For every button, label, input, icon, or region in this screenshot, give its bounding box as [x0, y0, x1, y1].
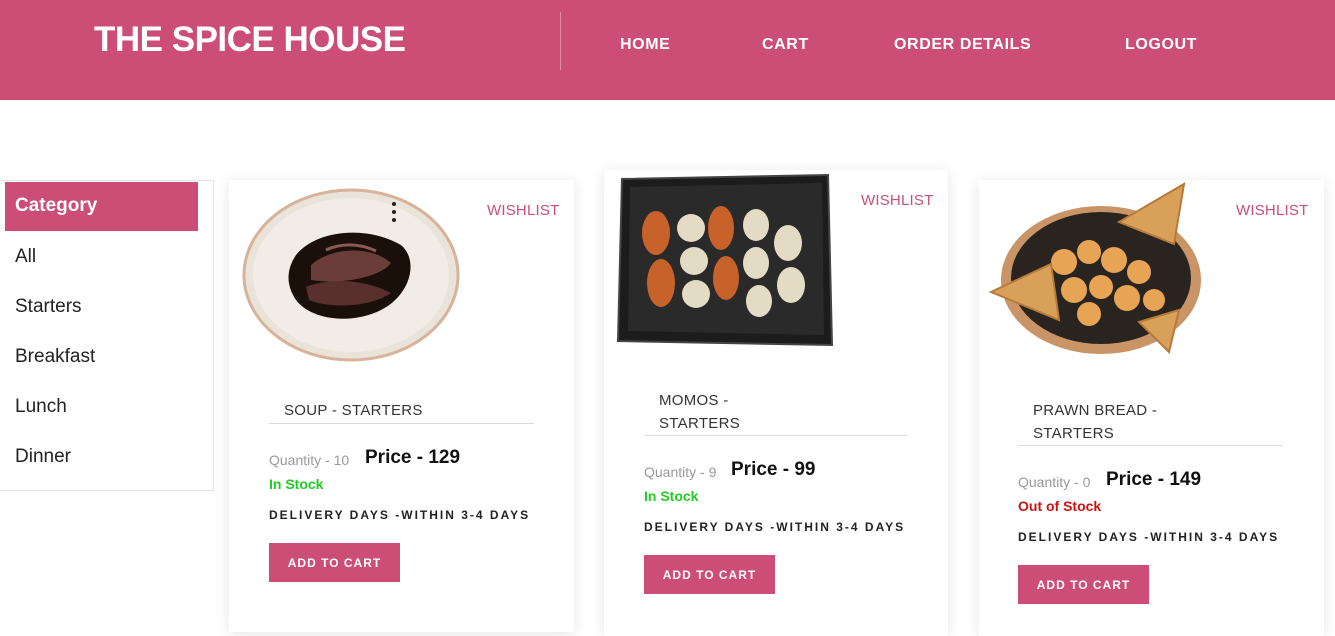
- delivery-info: DELIVERY DAYS -WITHIN 3-4 DAYS: [644, 520, 906, 534]
- nav-home[interactable]: HOME: [620, 36, 670, 54]
- name-divider: [1018, 445, 1283, 446]
- product-name-line1: MOMOS -: [659, 392, 729, 409]
- add-to-cart-button[interactable]: ADD TO CART: [1018, 565, 1149, 604]
- stock-status: In Stock: [269, 476, 324, 492]
- stock-status: Out of Stock: [1018, 498, 1102, 514]
- nav-cart[interactable]: CART: [762, 36, 809, 54]
- product-name-line1: PRAWN BREAD -: [1033, 402, 1158, 419]
- soup-image: [241, 185, 461, 368]
- header-divider: [560, 12, 561, 70]
- product-card-momos: WISHLIST MOMOS - STARTERS Quantity - 9 P…: [604, 170, 948, 636]
- product-price: Price - 129: [365, 447, 461, 468]
- product-card-soup: WISHLIST SOUP - STARTERS Quantity - 10 P…: [229, 180, 574, 632]
- product-card-prawn-bread: WISHLIST PRAWN BREAD - STARTERS Quantity…: [979, 180, 1324, 636]
- category-item-all[interactable]: All: [15, 246, 36, 268]
- product-name-line2: STARTERS: [1033, 425, 1115, 442]
- category-item-dinner[interactable]: Dinner: [15, 446, 71, 468]
- product-quantity: Quantity - 10: [269, 452, 350, 468]
- nav-order-details[interactable]: ORDER DETAILS: [894, 36, 1031, 54]
- name-divider: [644, 435, 908, 436]
- category-item-lunch[interactable]: Lunch: [15, 396, 67, 418]
- name-divider: [269, 423, 534, 424]
- wishlist-link[interactable]: WISHLIST: [487, 202, 559, 219]
- category-heading: Category: [5, 182, 198, 231]
- category-item-breakfast[interactable]: Breakfast: [15, 346, 95, 368]
- add-to-cart-button[interactable]: ADD TO CART: [644, 555, 775, 594]
- momos-image: [616, 173, 836, 354]
- prawn-bread-image: [988, 182, 1211, 365]
- product-price: Price - 99: [731, 459, 816, 480]
- product-quantity: Quantity - 0: [1018, 474, 1091, 490]
- wishlist-link[interactable]: WISHLIST: [861, 192, 933, 209]
- top-nav-bar: THE SPICE HOUSE HOME CART ORDER DETAILS …: [0, 0, 1335, 100]
- product-quantity: Quantity - 9: [644, 464, 717, 480]
- nav-logout[interactable]: LOGOUT: [1125, 36, 1197, 54]
- category-item-starters[interactable]: Starters: [15, 296, 82, 318]
- delivery-info: DELIVERY DAYS -WITHIN 3-4 DAYS: [269, 508, 531, 522]
- product-price: Price - 149: [1106, 469, 1202, 490]
- wishlist-link[interactable]: WISHLIST: [1236, 202, 1308, 219]
- add-to-cart-button[interactable]: ADD TO CART: [269, 543, 400, 582]
- product-name-line2: STARTERS: [659, 415, 741, 432]
- product-name: SOUP - STARTERS: [284, 402, 423, 419]
- category-sidebar: Category All Starters Breakfast Lunch Di…: [0, 180, 214, 491]
- stock-status: In Stock: [644, 488, 699, 504]
- brand-title[interactable]: THE SPICE HOUSE: [94, 20, 406, 60]
- delivery-info: DELIVERY DAYS -WITHIN 3-4 DAYS: [1018, 530, 1280, 544]
